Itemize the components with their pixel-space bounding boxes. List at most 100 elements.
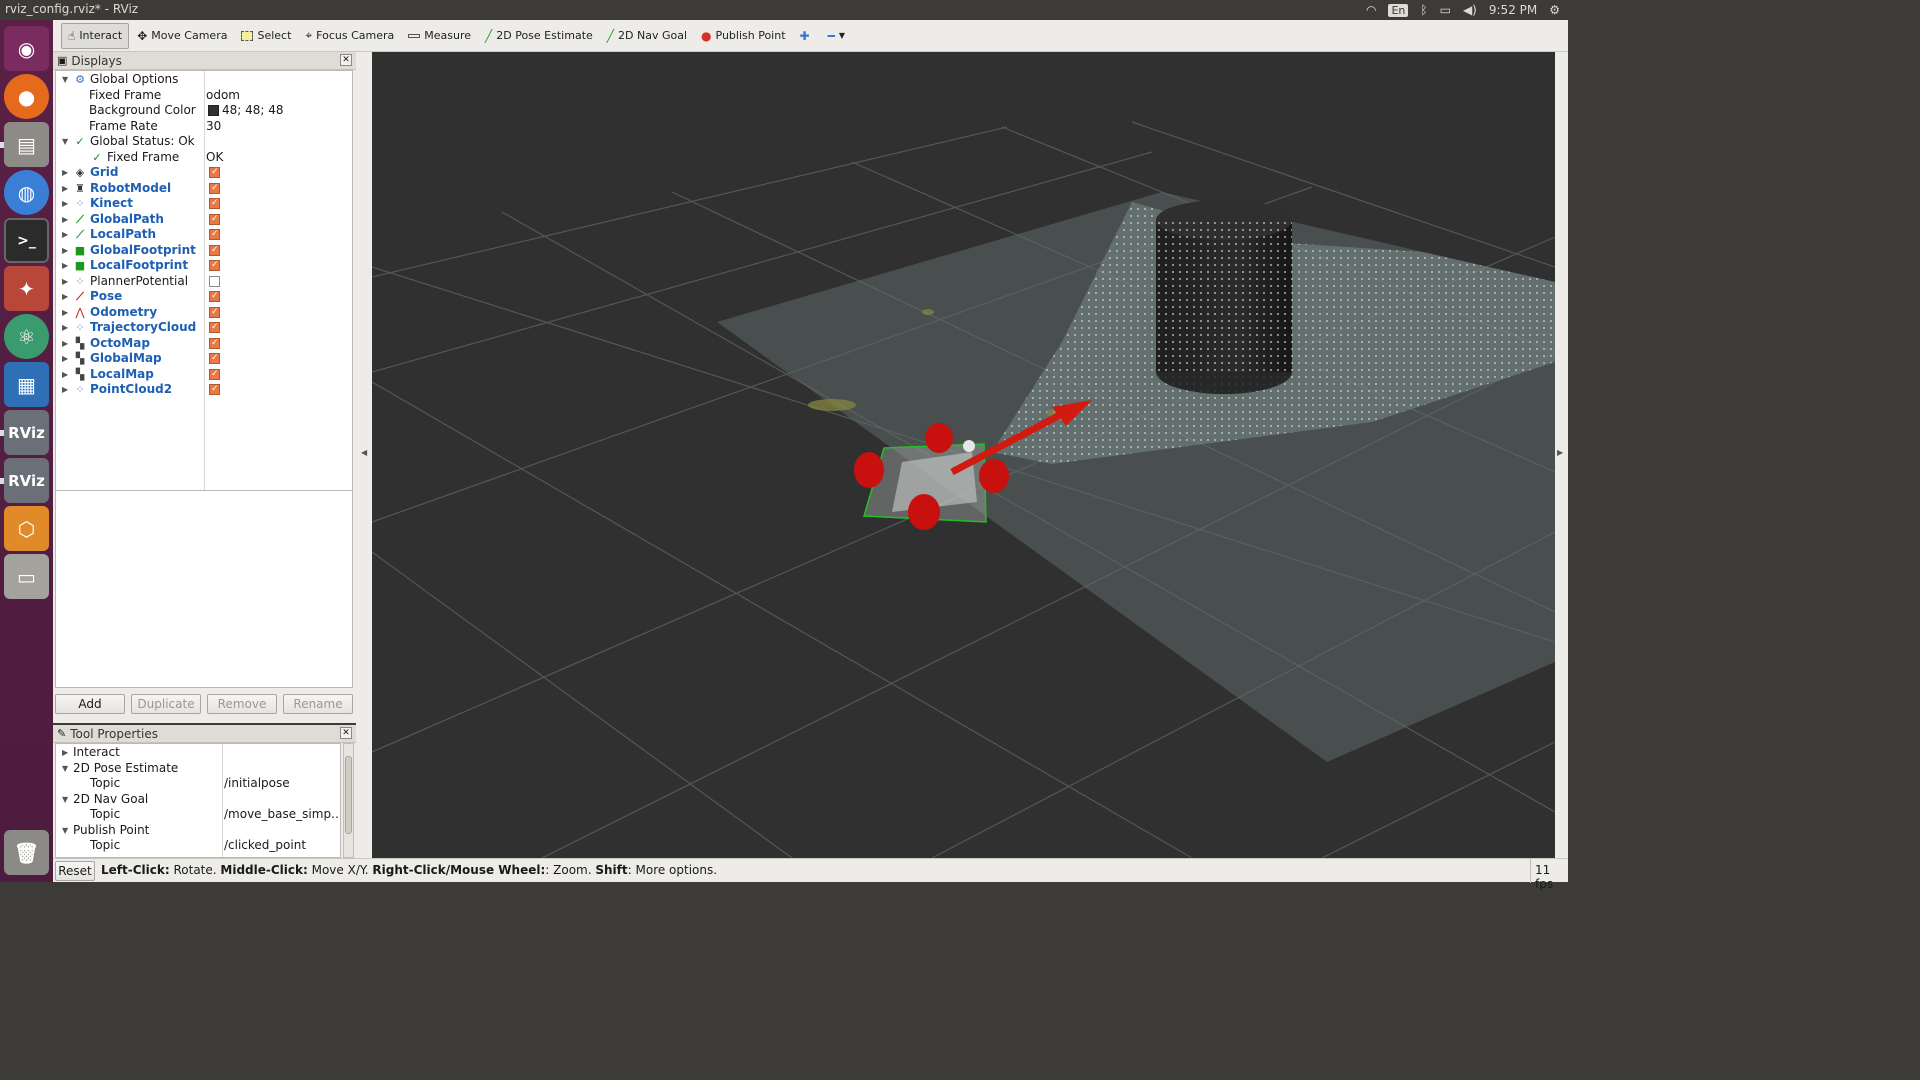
expand-arrow-icon[interactable]: ▼ [62,134,68,149]
tool-row-2d-pose-estimate[interactable]: ▼ 2D Pose Estimate [56,761,340,777]
display-row-kinect[interactable]: ▶ ⁘ Kinect [56,196,352,212]
ubuntu-dash-icon[interactable]: ◉ [4,26,49,71]
file-manager-icon[interactable]: ▤ [4,122,49,167]
add-button[interactable]: Add [55,694,125,714]
background-color-value[interactable]: 48; 48; 48 [222,103,284,118]
display-row-robotmodel[interactable]: ▶ ♜ RobotModel [56,181,352,197]
expand-arrow-icon[interactable]: ▼ [62,72,68,87]
tree-row-global-options[interactable]: ▼ ⚙ Global Options [56,72,352,88]
firefox-icon[interactable]: ● [4,74,49,119]
display-enabled-checkbox[interactable] [209,305,220,320]
display-row-localmap[interactable]: ▶ ▚ LocalMap [56,367,352,383]
tool-select[interactable]: Select [235,23,297,49]
topic-value[interactable]: /clicked_point [224,838,306,853]
expand-arrow-icon[interactable]: ▶ [62,336,68,351]
tool-publish-point[interactable]: ● Publish Point [695,23,792,49]
tool-focus-camera[interactable]: ⌖ Focus Camera [299,23,400,49]
collapse-left-icon[interactable]: ◀ [361,448,367,457]
software-center-icon[interactable]: ⬡ [4,506,49,551]
tree-row-global-status[interactable]: ▼ ✓ Global Status: Ok [56,134,352,150]
display-row-odometry[interactable]: ▶ ⋀ Odometry [56,305,352,321]
expand-arrow-icon[interactable]: ▶ [62,212,68,227]
tool-row-topic[interactable]: Topic /initialpose [56,776,340,792]
expand-arrow-icon[interactable]: ▶ [62,227,68,242]
expand-arrow-icon[interactable]: ▶ [62,351,68,366]
writer-document-icon[interactable]: ▦ [4,362,49,407]
tool-properties-scrollbar[interactable] [343,743,354,858]
topic-value[interactable]: /initialpose [224,776,290,791]
scrollbar-thumb[interactable] [345,756,352,834]
expand-arrow-icon[interactable]: ▶ [62,274,68,289]
tool-row-topic[interactable]: Topic /move_base_simp… [56,807,340,823]
rviz-icon[interactable]: RViz [4,410,49,455]
duplicate-button[interactable]: Duplicate [131,694,201,714]
display-row-globalpath[interactable]: ▶ ⟋ GlobalPath [56,212,352,228]
tool-interact[interactable]: ☝ Interact [61,22,130,49]
power-gear-icon[interactable]: ⚙ [1549,3,1560,17]
display-enabled-checkbox[interactable] [209,275,220,287]
3d-render-viewport[interactable] [372,52,1555,858]
right-splitter[interactable]: ▶ [1555,52,1568,858]
clock[interactable]: 9:52 PM [1489,3,1537,17]
expand-arrow-icon[interactable]: ▶ [62,305,68,320]
expand-arrow-icon[interactable]: ▶ [62,367,68,382]
close-icon[interactable]: ✕ [340,54,352,66]
rename-button[interactable]: Rename [283,694,353,714]
rviz-icon[interactable]: RViz [4,458,49,503]
expand-arrow-icon[interactable]: ▶ [62,289,68,304]
display-row-localfootprint[interactable]: ▶ ■ LocalFootprint [56,258,352,274]
add-tool-button[interactable]: ✚ [794,23,820,49]
expand-arrow-icon[interactable]: ▶ [62,243,68,258]
tool-row-2d-nav-goal[interactable]: ▼ 2D Nav Goal [56,792,340,808]
expand-arrow-icon[interactable]: ▶ [62,382,68,397]
display-enabled-checkbox[interactable] [209,227,220,242]
chrome-icon[interactable]: ◍ [4,170,49,215]
volume-icon[interactable]: ◀) [1463,3,1477,17]
display-row-plannerpotential[interactable]: ▶ ⁘ PlannerPotential [56,274,352,290]
expand-arrow-icon[interactable]: ▶ [62,320,68,335]
display-row-localpath[interactable]: ▶ ⟋ LocalPath [56,227,352,243]
tree-row-background-color[interactable]: Background Color 48; 48; 48 [56,103,352,119]
atom-icon[interactable]: ⚛ [4,314,49,359]
color-swatch[interactable] [208,105,219,116]
expand-arrow-icon[interactable]: ▶ [62,196,68,211]
topic-value[interactable]: /move_base_simp… [224,807,340,822]
display-enabled-checkbox[interactable] [209,212,220,227]
tool-row-interact[interactable]: ▶ Interact [56,745,340,761]
display-enabled-checkbox[interactable] [209,196,220,211]
display-enabled-checkbox[interactable] [209,336,220,351]
display-enabled-checkbox[interactable] [209,367,220,382]
terminal-icon[interactable]: >_ [4,218,49,263]
tree-row-status-fixed-frame[interactable]: ✓ Fixed Frame OK [56,150,352,166]
display-enabled-checkbox[interactable] [209,258,220,273]
remove-tool-button[interactable]: ━ ▼ [822,23,851,49]
expand-arrow-icon[interactable]: ▶ [62,181,68,196]
drive-icon[interactable]: ▭ [4,554,49,599]
display-enabled-checkbox[interactable] [209,320,220,335]
fixed-frame-value[interactable]: odom [206,88,240,103]
system-settings-icon[interactable]: ✦ [4,266,49,311]
display-row-pointcloud2[interactable]: ▶ ⁘ PointCloud2 [56,382,352,398]
wifi-icon[interactable]: ◠ [1366,3,1376,17]
display-row-octomap[interactable]: ▶ ▚ OctoMap [56,336,352,352]
display-enabled-checkbox[interactable] [209,289,220,304]
bluetooth-icon[interactable]: ᛒ [1420,3,1427,17]
close-icon[interactable]: ✕ [340,727,352,739]
battery-icon[interactable]: ▭ [1440,3,1451,17]
expand-arrow-icon[interactable]: ▶ [62,745,68,760]
trash-icon[interactable]: 🗑 [4,830,49,875]
panel-splitter[interactable]: ◀ [356,52,372,858]
expand-arrow-icon[interactable]: ▶ [62,165,68,180]
display-enabled-checkbox[interactable] [209,181,220,196]
tree-row-fixed-frame[interactable]: Fixed Frame odom [56,88,352,104]
collapse-right-icon[interactable]: ▶ [1557,448,1563,457]
display-row-globalmap[interactable]: ▶ ▚ GlobalMap [56,351,352,367]
remove-button[interactable]: Remove [207,694,277,714]
expand-arrow-icon[interactable]: ▼ [62,761,68,776]
tool-2d-nav-goal[interactable]: ╱ 2D Nav Goal [601,23,693,49]
display-row-trajectorycloud[interactable]: ▶ ⁘ TrajectoryCloud [56,320,352,336]
expand-arrow-icon[interactable]: ▼ [62,823,68,838]
tool-2d-pose-estimate[interactable]: ╱ 2D Pose Estimate [479,23,599,49]
display-enabled-checkbox[interactable] [209,382,220,397]
reset-button[interactable]: Reset [55,861,95,881]
